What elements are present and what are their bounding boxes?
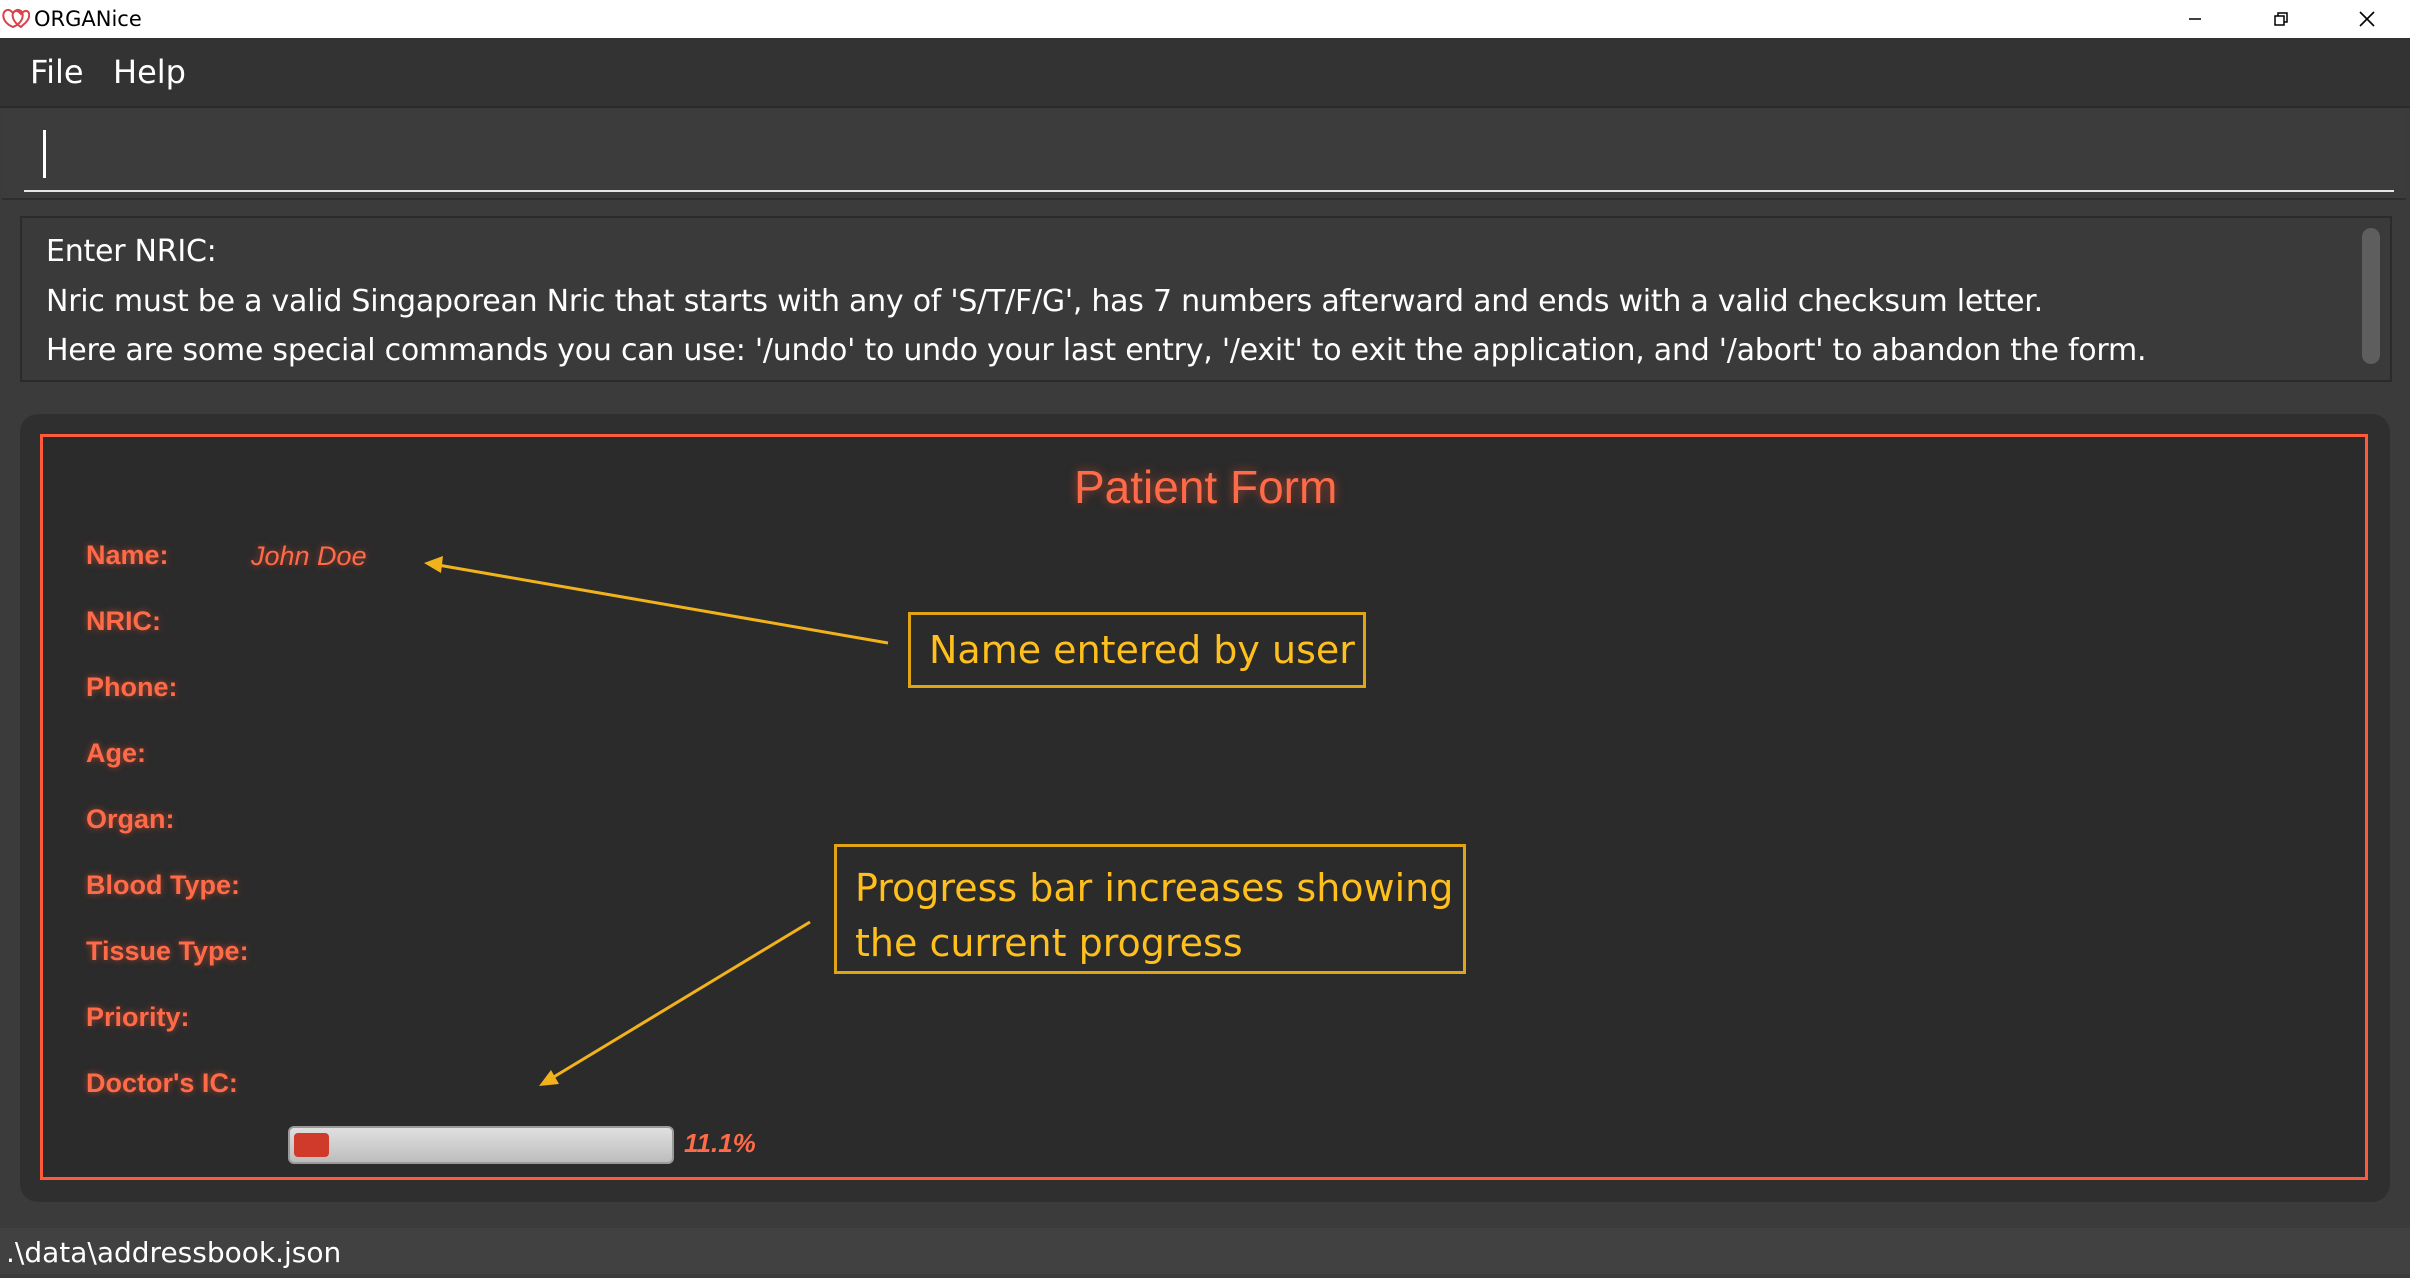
window-title: ORGANice xyxy=(34,7,142,31)
annotation-name: Name entered by user xyxy=(908,612,1366,688)
patient-form xyxy=(40,434,2368,1180)
form-title: Patient Form xyxy=(1074,461,1338,513)
field-label-tissue-type: Tissue Type: xyxy=(86,936,249,966)
status-bar: .\data\addressbook.json xyxy=(0,1228,2410,1274)
field-label-age: Age: xyxy=(86,738,146,768)
annotation-progress-text: the current progress xyxy=(855,921,1243,965)
menu-help[interactable]: Help xyxy=(113,38,186,106)
annotation-progress: Progress bar increases showing the curre… xyxy=(834,844,1466,974)
restore-button[interactable] xyxy=(2238,0,2324,38)
minimize-icon xyxy=(2189,18,2201,20)
result-line: Here are some special commands you can u… xyxy=(46,333,2147,368)
field-label-organ: Organ: xyxy=(86,804,175,834)
progress-percent: 11.1% xyxy=(684,1128,756,1158)
field-label-priority: Priority: xyxy=(86,1002,190,1032)
field-label-doctor-ic: Doctor's IC: xyxy=(86,1068,238,1098)
title-bar: ORGANice xyxy=(0,0,2410,38)
close-button[interactable] xyxy=(2324,0,2410,38)
progress-bar xyxy=(288,1126,674,1164)
field-value-name: John Doe xyxy=(251,541,367,571)
field-label-phone: Phone: xyxy=(86,672,178,702)
minimize-button[interactable] xyxy=(2152,0,2238,38)
command-input[interactable] xyxy=(24,120,2394,192)
restore-icon xyxy=(2274,12,2288,26)
result-line: Enter NRIC: xyxy=(46,234,217,269)
menu-bar: File Help xyxy=(0,38,2410,108)
text-caret xyxy=(43,130,46,178)
result-scrollbar[interactable] xyxy=(2362,228,2380,364)
command-box xyxy=(2,108,2406,200)
result-line: Nric must be a valid Singaporean Nric th… xyxy=(46,284,2043,319)
status-file-path: .\data\addressbook.json xyxy=(6,1236,342,1269)
heart-icon xyxy=(2,8,30,28)
field-label-name: Name: xyxy=(86,540,169,570)
progress-fill xyxy=(294,1133,329,1157)
field-label-blood-type: Blood Type: xyxy=(86,870,240,900)
result-display: Enter NRIC: Nric must be a valid Singapo… xyxy=(20,216,2392,382)
menu-file[interactable]: File xyxy=(30,38,84,106)
close-icon xyxy=(2359,11,2375,27)
annotation-progress-text: Progress bar increases showing xyxy=(855,866,1454,910)
field-label-nric: NRIC: xyxy=(86,606,161,636)
annotation-name-text: Name entered by user xyxy=(929,628,1355,672)
